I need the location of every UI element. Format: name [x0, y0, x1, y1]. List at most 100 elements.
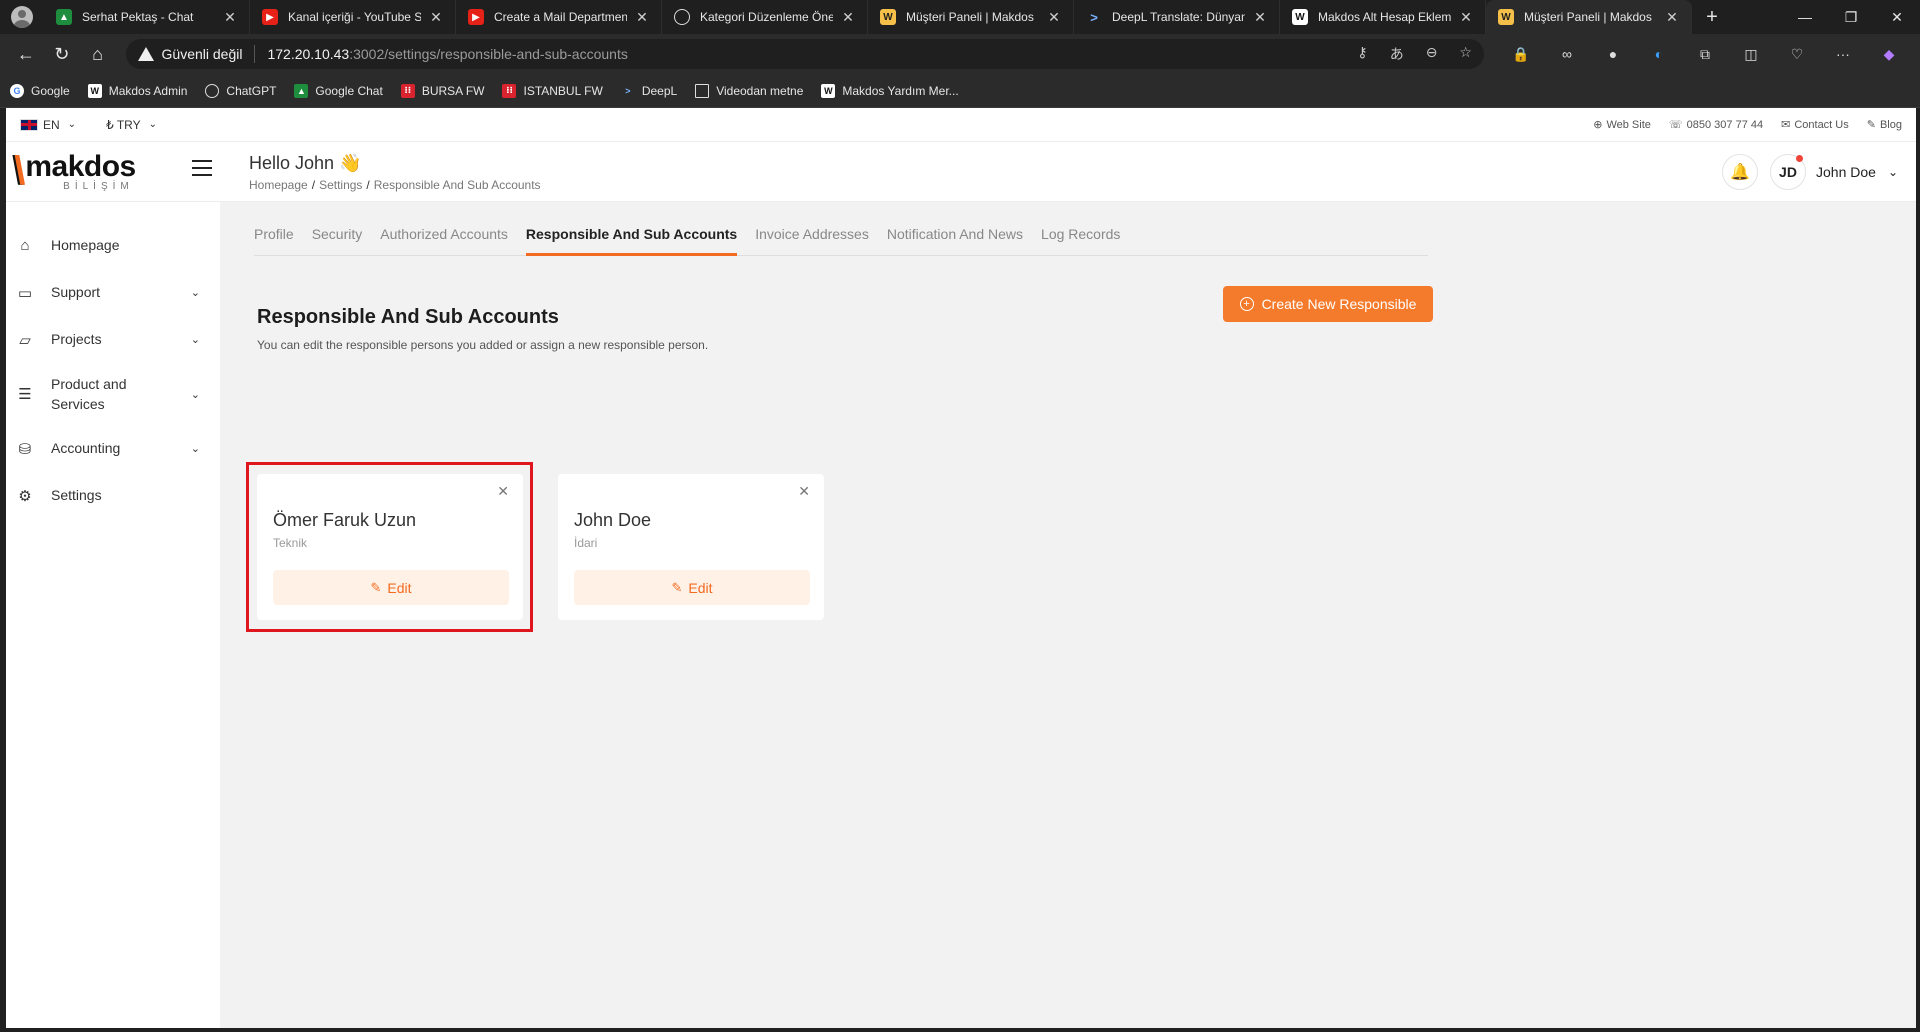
- more-icon[interactable]: ···: [1820, 46, 1866, 63]
- sidebar-item-label: Support: [51, 284, 101, 301]
- performance-icon[interactable]: ♡: [1774, 46, 1820, 63]
- chevron-down-icon[interactable]: ⌄: [1888, 165, 1898, 179]
- browser-tab[interactable]: ▲ Serhat Pektaş - Chat ✕: [44, 0, 250, 34]
- browser-tab-title: Müşteri Paneli | Makdos: [906, 10, 1034, 24]
- greeting-block: Hello John 👋 Homepage / Settings / Responsib…: [249, 153, 541, 192]
- tab-log-records[interactable]: Log Records: [1041, 224, 1120, 255]
- browser-tab[interactable]: Kategori Düzenleme Önerisi ✕: [662, 0, 868, 34]
- currency-selector[interactable]: ₺ TRY ⌄: [106, 118, 157, 132]
- close-icon[interactable]: ✕: [221, 9, 239, 26]
- browser-tab[interactable]: ▶ Kanal içeriği - YouTube Stud ✕: [250, 0, 456, 34]
- close-icon[interactable]: ✕: [1663, 9, 1681, 26]
- browser-tab-active[interactable]: W Müşteri Paneli | Makdos ✕: [1486, 0, 1692, 34]
- blog-link[interactable]: ✎ Blog: [1867, 118, 1902, 131]
- minimize-icon[interactable]: —: [1782, 0, 1828, 34]
- tab-invoice-addresses[interactable]: Invoice Addresses: [755, 224, 869, 255]
- user-name[interactable]: John Doe: [1816, 164, 1876, 180]
- sidebar-item-settings[interactable]: ⚙ Settings: [6, 472, 220, 519]
- avatar[interactable]: JD: [1770, 154, 1806, 190]
- bookmark-label: Makdos Yardım Mer...: [842, 83, 959, 98]
- sidebar-item-label: Settings: [51, 487, 102, 504]
- glasses-extension-icon[interactable]: ∞: [1544, 46, 1590, 63]
- restore-icon[interactable]: ❐: [1828, 0, 1874, 34]
- breadcrumb-homepage[interactable]: Homepage: [249, 178, 308, 192]
- responsible-card: ✕ John Doe İdari ✎ Edit: [558, 474, 824, 620]
- close-window-icon[interactable]: ✕: [1874, 0, 1920, 34]
- zoom-icon[interactable]: ⊖: [1426, 44, 1438, 64]
- close-icon[interactable]: ✕: [633, 9, 651, 26]
- makdos-icon: W: [1498, 9, 1514, 25]
- bookmark-item[interactable]: > DeepL: [621, 84, 677, 98]
- security-label[interactable]: Güvenli değil: [162, 46, 243, 62]
- bookmark-item[interactable]: W Makdos Yardım Mer...: [821, 83, 959, 98]
- menu-toggle-icon[interactable]: [192, 160, 212, 176]
- highlight-box: [246, 462, 533, 632]
- sidebar-item-accounting[interactable]: ⛁ Accounting ⌄: [6, 425, 220, 472]
- breadcrumb: Homepage / Settings / Responsible And Sub Ac…: [249, 178, 541, 192]
- sidebar-item-support[interactable]: ▭ Support ⌄: [6, 269, 220, 316]
- sidebar-item-homepage[interactable]: ⌂ Homepage: [6, 222, 220, 269]
- bookmark-item[interactable]: G Google: [10, 83, 70, 98]
- browser-tab[interactable]: W Müşteri Paneli | Makdos ✕: [868, 0, 1074, 34]
- tab-responsible-and-sub-accounts[interactable]: Responsible And Sub Accounts: [525, 224, 738, 256]
- close-icon[interactable]: ✕: [798, 483, 810, 500]
- edit-button[interactable]: ✎ Edit: [574, 570, 810, 605]
- phone-link[interactable]: ☏ 0850 307 77 44: [1669, 118, 1763, 131]
- home-icon[interactable]: ⌂: [80, 38, 116, 70]
- chevron-down-icon: ⌄: [190, 334, 200, 346]
- adblock-extension-icon[interactable]: ●: [1590, 46, 1636, 63]
- reload-icon[interactable]: ↻: [44, 38, 80, 70]
- close-icon[interactable]: ✕: [1457, 9, 1475, 26]
- browser-tab[interactable]: W Makdos Alt Hesap Ekleme | ✕: [1280, 0, 1486, 34]
- mail-icon: ✉: [1781, 119, 1791, 131]
- create-new-responsible-button[interactable]: + Create New Responsible: [1223, 286, 1433, 322]
- makdos-w-icon: W: [821, 83, 836, 98]
- extensions-icon[interactable]: ⧉: [1682, 46, 1728, 63]
- greeting-title: Hello John 👋: [249, 153, 362, 173]
- tab-security[interactable]: Security: [312, 224, 363, 255]
- close-icon[interactable]: ✕: [839, 9, 857, 26]
- star-icon[interactable]: ☆: [1459, 44, 1472, 64]
- website-link[interactable]: ⊕ Web Site: [1593, 118, 1651, 131]
- bell-icon[interactable]: 🔔: [1722, 154, 1758, 190]
- makdos-logo[interactable]: \\\ makdos BİLİŞİM: [12, 148, 162, 196]
- bookmark-item[interactable]: Videodan metne: [695, 83, 803, 98]
- tab-notification-and-news[interactable]: Notification And News: [887, 224, 1023, 255]
- browser-tab[interactable]: > DeepL Translate: Dünyanın e ✕: [1074, 0, 1280, 34]
- close-icon[interactable]: ✕: [1045, 9, 1063, 26]
- bookmark-label: Makdos Admin: [108, 83, 188, 98]
- split-screen-icon[interactable]: ◫: [1728, 46, 1774, 63]
- bookmark-item[interactable]: W Makdos Admin: [87, 83, 188, 98]
- breadcrumb-separator: /: [311, 178, 316, 192]
- close-icon[interactable]: ✕: [427, 9, 445, 26]
- chevron-down-icon: ⌄: [190, 388, 200, 401]
- warning-icon: [137, 47, 154, 61]
- new-tab-button[interactable]: +: [1692, 0, 1732, 34]
- translate-icon[interactable]: あ: [1390, 44, 1404, 64]
- blog-link-label: Blog: [1879, 119, 1902, 131]
- sidebar-item-projects[interactable]: ▱ Projects ⌄: [6, 316, 220, 363]
- sidebar-item-product-and-services[interactable]: ☰ Product and Services ⌄: [6, 363, 220, 425]
- address-bar[interactable]: Güvenli değil 172.20.10.43:3002/settings…: [125, 39, 1484, 69]
- bookmark-item[interactable]: ChatGPT: [205, 83, 276, 98]
- bookmark-item[interactable]: ▲ Google Chat: [294, 83, 383, 98]
- tab-authorized-accounts[interactable]: Authorized Accounts: [380, 224, 508, 255]
- key-icon[interactable]: ⚷: [1357, 44, 1367, 64]
- language-selector[interactable]: EN ⌄: [20, 118, 76, 132]
- lock-extension-icon[interactable]: 🔒: [1498, 46, 1544, 63]
- chat-icon: ▲: [56, 9, 72, 25]
- breadcrumb-settings[interactable]: Settings: [319, 178, 362, 192]
- tab-profile[interactable]: Profile: [254, 224, 294, 255]
- back-icon[interactable]: ←: [8, 38, 44, 70]
- close-icon[interactable]: ✕: [1251, 9, 1269, 26]
- bookmark-item[interactable]: ⁝⁝ ISTANBUL FW: [502, 83, 603, 98]
- headset-icon: ☏: [1668, 119, 1683, 131]
- logo-text: makdos BİLİŞİM: [25, 151, 136, 192]
- browser-tab[interactable]: ▶ Create a Mail Department - ✕: [456, 0, 662, 34]
- edge-extension-icon[interactable]: ◐: [1636, 46, 1682, 63]
- copilot-icon[interactable]: ◆: [1866, 46, 1912, 63]
- contact-link[interactable]: ✉ Contact Us: [1781, 118, 1849, 131]
- bookmark-item[interactable]: ⁝⁝ BURSA FW: [400, 83, 484, 98]
- makdos-icon: W: [880, 9, 896, 25]
- browser-profile-button[interactable]: [0, 0, 44, 34]
